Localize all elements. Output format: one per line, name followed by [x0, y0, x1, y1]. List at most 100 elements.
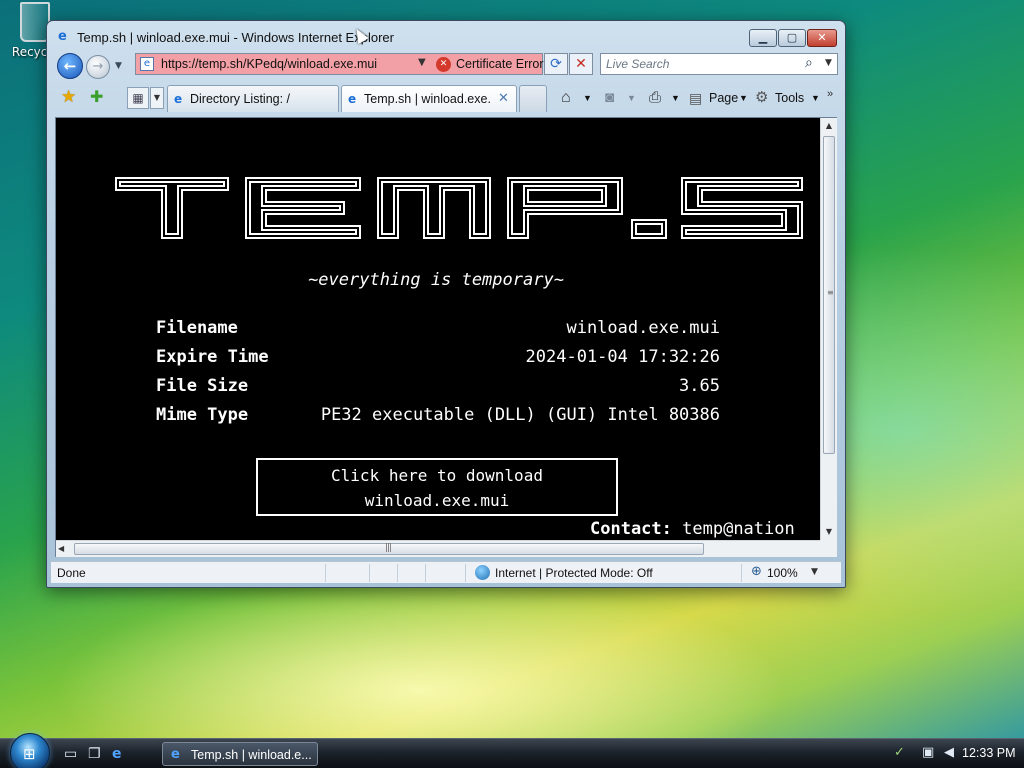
download-button-line1: Click here to download	[331, 466, 543, 485]
back-arrow-icon: ←	[63, 57, 77, 75]
vertical-scrollbar[interactable]: ▲ ≡ ▼	[820, 118, 837, 540]
new-tab-button[interactable]	[519, 85, 547, 112]
tab-label: Directory Listing: /	[190, 92, 291, 106]
search-options-dropdown[interactable]: ▼	[825, 58, 832, 68]
refresh-icon: ⟳	[550, 56, 562, 72]
scroll-left-arrow-icon[interactable]: ◀	[58, 541, 72, 557]
status-bar: Done Internet | Protected Mode: Off ⊕ 10…	[51, 561, 841, 583]
page-menu-label[interactable]: Page	[709, 87, 738, 109]
print-dropdown[interactable]: ▼	[671, 87, 680, 109]
maximize-button[interactable]: ▢	[778, 29, 806, 47]
stop-icon: ✕	[575, 56, 587, 72]
feeds-dropdown[interactable]: ▼	[627, 87, 636, 109]
status-divider	[425, 564, 426, 582]
file-size-value: 3.65	[679, 376, 720, 396]
status-divider	[397, 564, 398, 582]
tools-menu-dropdown[interactable]: ▼	[811, 87, 820, 109]
browser-window: e Temp.sh | winload.exe.mui - Windows In…	[46, 20, 846, 588]
page-menu-dropdown[interactable]: ▼	[739, 87, 748, 109]
address-url[interactable]: https://temp.sh/KPedq/winload.exe.mui	[161, 57, 377, 71]
tab-label: Temp.sh | winload.exe....	[364, 92, 492, 106]
ie-logo-icon: e	[58, 29, 67, 44]
certificate-error-icon[interactable]: ✕	[436, 57, 451, 72]
tab-ie-icon: e	[348, 92, 357, 106]
toolbar-overflow-chevron-icon[interactable]: »	[827, 83, 833, 105]
grip-icon: ≡	[827, 288, 834, 297]
certificate-error-label[interactable]: Certificate Error	[456, 57, 544, 71]
tab-close-icon[interactable]: ✕	[498, 91, 509, 106]
tray-network-icon[interactable]: ▣	[922, 745, 934, 760]
address-dropdown-icon[interactable]: ▼	[418, 57, 426, 68]
scroll-down-arrow-icon[interactable]: ▼	[821, 524, 837, 540]
windows-logo-icon: ⊞	[23, 745, 36, 763]
scroll-up-arrow-icon[interactable]: ▲	[821, 118, 837, 134]
close-button[interactable]: ✕	[807, 29, 837, 47]
refresh-button[interactable]: ⟳	[544, 53, 568, 75]
page-menu-icon[interactable]: ▤	[689, 87, 702, 109]
horizontal-scrollbar[interactable]: ◀ |||	[56, 540, 820, 557]
file-size-label: File Size	[156, 376, 249, 396]
status-divider	[325, 564, 326, 582]
scroll-corner	[820, 540, 837, 557]
grip-icon: |||	[385, 543, 392, 553]
tools-menu-label[interactable]: Tools	[775, 87, 804, 109]
status-divider	[465, 564, 466, 582]
add-to-favorites-icon[interactable]: ✚	[90, 87, 103, 106]
recent-pages-dropdown[interactable]: ▼	[115, 61, 125, 71]
download-button[interactable]: Click here to download winload.exe.mui	[256, 458, 618, 516]
site-tagline: ~everything is temporary~	[308, 270, 564, 290]
forward-button[interactable]: →	[86, 55, 110, 79]
expire-time-label: Expire Time	[156, 347, 269, 367]
taskbar-item-label: Temp.sh | winload.e...	[191, 748, 312, 762]
download-button-filename: winload.exe.mui	[364, 491, 510, 510]
tab-directory-listing[interactable]: e Directory Listing: /	[167, 85, 339, 112]
page-icon: e	[140, 57, 154, 71]
vertical-scroll-thumb[interactable]: ≡	[823, 136, 835, 454]
filename-value: winload.exe.mui	[566, 318, 720, 338]
search-icon[interactable]: ⌕	[805, 55, 813, 71]
switch-windows-icon[interactable]: ❐	[88, 746, 101, 762]
print-icon[interactable]: ⎙	[649, 87, 661, 109]
tray-volume-icon[interactable]: ◀	[944, 745, 954, 760]
taskbar: ⊞ ▭ ❐ e e Temp.sh | winload.e... ✓ ▣ ◀ 1…	[0, 733, 1024, 768]
tab-list-dropdown[interactable]: ▼	[150, 87, 164, 109]
back-button[interactable]: ←	[57, 53, 83, 79]
taskbar-item-ie[interactable]: e Temp.sh | winload.e...	[162, 742, 318, 766]
feeds-icon[interactable]: ◙	[605, 87, 614, 109]
stop-button[interactable]: ✕	[569, 53, 593, 75]
favorites-center-icon[interactable]: ★	[61, 87, 76, 107]
home-icon[interactable]: ⌂	[561, 87, 571, 109]
filename-label: Filename	[156, 318, 238, 338]
search-input[interactable]: Live Search ⌕ ▼	[600, 53, 838, 75]
tab-temp-sh[interactable]: e Temp.sh | winload.exe.... ✕	[341, 85, 517, 112]
title-bar[interactable]: e Temp.sh | winload.exe.mui - Windows In…	[47, 21, 845, 49]
quick-tabs-button[interactable]: ▦	[127, 87, 149, 109]
web-page: ~everything is temporary~ Filename winlo…	[56, 118, 820, 540]
zoom-level[interactable]: 100%	[767, 566, 798, 580]
zoom-dropdown[interactable]: ▼	[811, 567, 818, 577]
site-logo	[115, 177, 803, 239]
quick-tabs-icon: ▦	[132, 91, 144, 105]
zoom-icon[interactable]: ⊕	[751, 564, 762, 579]
content-viewport: ~everything is temporary~ Filename winlo…	[55, 117, 837, 557]
expire-time-value: 2024-01-04 17:32:26	[525, 347, 720, 367]
contact-info: Contact: temp@nation	[590, 519, 795, 539]
contact-email[interactable]: temp@nation	[682, 519, 795, 539]
horizontal-scroll-thumb[interactable]: |||	[74, 543, 704, 555]
system-clock[interactable]: 12:33 PM	[962, 746, 1016, 760]
mime-type-value: PE32 executable (DLL) (GUI) Intel 80386	[320, 405, 720, 425]
mime-type-label: Mime Type	[156, 405, 249, 425]
security-zone-label[interactable]: Internet | Protected Mode: Off	[495, 566, 653, 580]
quick-launch-ie-icon[interactable]: e	[112, 746, 122, 762]
home-dropdown[interactable]: ▼	[583, 87, 592, 109]
status-divider	[369, 564, 370, 582]
minimize-button[interactable]: ▁	[749, 29, 777, 47]
internet-zone-globe-icon[interactable]	[475, 565, 490, 580]
status-text: Done	[57, 566, 86, 580]
start-button[interactable]: ⊞	[10, 733, 50, 768]
show-desktop-icon[interactable]: ▭	[64, 746, 77, 762]
contact-label: Contact:	[590, 519, 672, 539]
tools-gear-icon[interactable]: ⚙	[755, 87, 768, 109]
tray-safely-remove-icon[interactable]: ✓	[894, 745, 905, 760]
address-bar[interactable]: e https://temp.sh/KPedq/winload.exe.mui …	[135, 53, 544, 75]
